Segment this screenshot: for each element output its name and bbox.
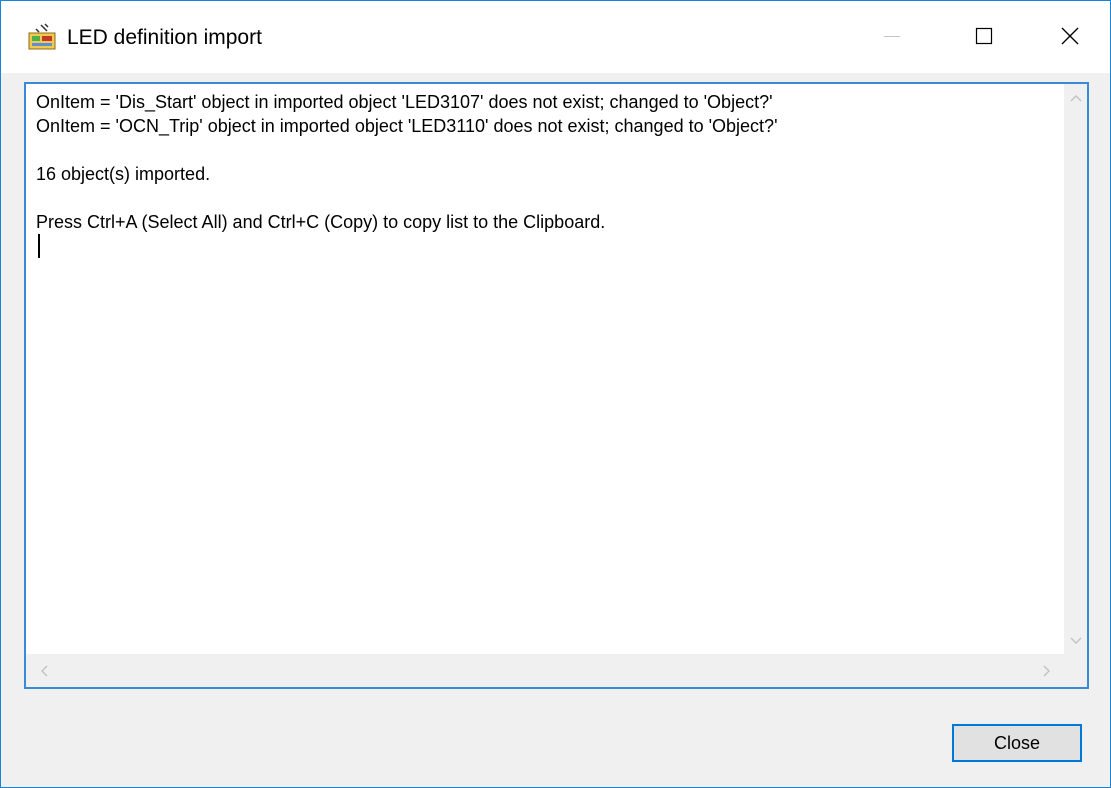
chevron-right-icon <box>1043 665 1050 676</box>
log-line: 16 object(s) imported. <box>36 164 211 184</box>
scroll-up-button[interactable] <box>1064 86 1087 109</box>
log-line: OnItem = 'Dis_Start' object in imported … <box>36 92 773 112</box>
maximize-icon <box>975 27 993 45</box>
close-button[interactable]: Close <box>952 724 1082 762</box>
vertical-scrollbar[interactable] <box>1064 84 1087 654</box>
scroll-left-button[interactable] <box>32 659 55 682</box>
import-log-textarea[interactable]: OnItem = 'Dis_Start' object in imported … <box>24 82 1089 689</box>
log-line: OnItem = 'OCN_Trip' object in imported o… <box>36 116 778 136</box>
window-title: LED definition import <box>67 26 262 49</box>
chevron-down-icon <box>1070 637 1081 644</box>
chevron-up-icon <box>1070 94 1081 101</box>
maximize-button[interactable] <box>938 1 1030 71</box>
log-content: OnItem = 'Dis_Start' object in imported … <box>36 90 1054 258</box>
minimize-icon <box>884 36 900 37</box>
minimize-button[interactable] <box>846 1 938 71</box>
led-import-app-icon <box>28 23 56 50</box>
scrollbar-corner <box>1064 654 1087 687</box>
text-caret <box>38 234 40 258</box>
chevron-left-icon <box>40 665 47 676</box>
close-icon <box>1061 27 1079 45</box>
horizontal-scrollbar[interactable] <box>26 654 1064 687</box>
close-window-button[interactable] <box>1030 1 1110 71</box>
title-bar[interactable]: LED definition import <box>1 1 1110 73</box>
scroll-right-button[interactable] <box>1035 659 1058 682</box>
scroll-down-button[interactable] <box>1064 629 1087 652</box>
log-line: Press Ctrl+A (Select All) and Ctrl+C (Co… <box>36 212 606 232</box>
dialog-window: LED definition import OnItem = 'Dis_Star… <box>0 0 1111 788</box>
